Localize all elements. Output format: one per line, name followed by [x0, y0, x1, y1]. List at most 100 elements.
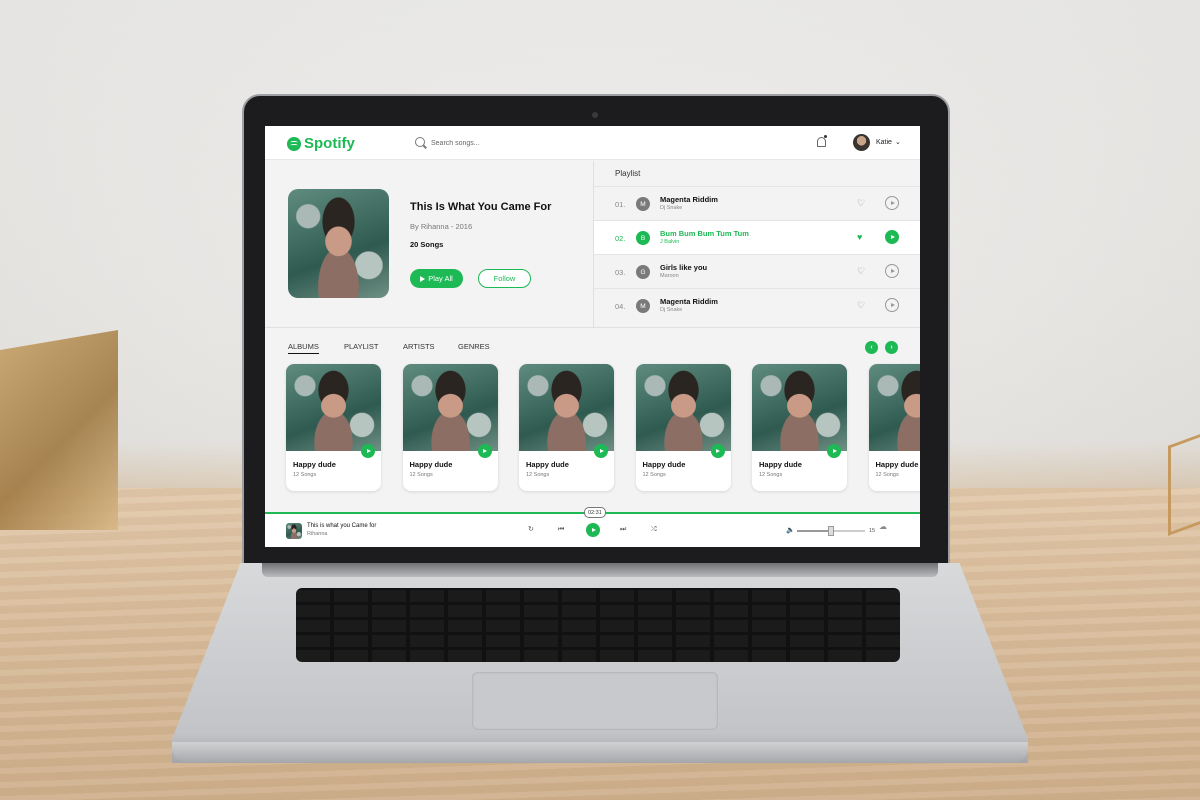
elapsed-time: 02:31	[584, 507, 606, 518]
tab-playlist[interactable]: PLAYLIST	[344, 342, 378, 351]
play-icon	[366, 449, 371, 453]
album-title: This Is What You Came For	[410, 201, 552, 213]
gold-decor-left	[0, 330, 118, 530]
now-playing-title: This is what you Came for	[307, 523, 377, 529]
tab-genres[interactable]: GENRES	[458, 342, 490, 351]
album-play-button[interactable]	[710, 444, 725, 458]
follow-button[interactable]: Follow	[478, 269, 531, 288]
repeat-icon[interactable]: ↻	[528, 526, 534, 533]
album-card[interactable]: Happy dude 12 Songs	[402, 364, 498, 491]
heart-icon[interactable]: ♡	[857, 267, 865, 276]
brand-name: Spotify	[304, 135, 355, 152]
tab-artists[interactable]: ARTISTS	[403, 342, 435, 351]
prev-button[interactable]: ‹	[865, 341, 878, 354]
chevron-down-icon[interactable]: ⌄	[895, 138, 901, 146]
gold-decor-right	[1168, 434, 1200, 536]
play-icon	[890, 201, 895, 205]
play-icon	[832, 449, 837, 453]
playlist-row[interactable]: 02. B Bum Bum Bum Tum Tum J Balvin ♥	[594, 220, 920, 254]
album-card-cover	[402, 364, 498, 451]
album-byline: By Rihanna - 2016	[410, 222, 473, 231]
album-play-button[interactable]	[827, 444, 841, 458]
spotify-logo[interactable]: Spotify	[287, 135, 355, 152]
tab-albums[interactable]: ALBUMS	[288, 342, 319, 354]
track-play-button[interactable]	[885, 298, 899, 312]
play-icon	[420, 275, 426, 282]
track-name[interactable]: Magenta Riddim	[660, 195, 718, 204]
album-song-count: 20 Songs	[410, 240, 444, 249]
user-name[interactable]: Katie	[876, 139, 892, 146]
album-play-button[interactable]	[361, 444, 375, 458]
player-bar: 02:31 This is what you Came for Rihanna …	[265, 507, 920, 547]
album-play-button[interactable]	[477, 444, 492, 458]
play-icon	[890, 269, 895, 273]
album-card[interactable]: Happy dude 12 Songs	[752, 364, 847, 491]
album-cover	[288, 189, 389, 298]
volume-slider[interactable]	[797, 526, 865, 536]
laptop-keyboard	[296, 588, 900, 662]
track-initial-badge: M	[636, 299, 650, 313]
track-artist[interactable]: J Balvin	[660, 239, 679, 245]
track-play-button[interactable]	[885, 196, 899, 210]
heart-icon[interactable]: ♡	[857, 199, 865, 208]
bell-icon[interactable]	[817, 137, 826, 147]
album-card-cover	[286, 364, 381, 451]
track-name[interactable]: Bum Bum Bum Tum Tum	[660, 229, 749, 238]
previous-track-icon[interactable]: ⏮	[558, 526, 564, 533]
track-number: 04.	[615, 302, 626, 311]
track-initial-badge: G	[636, 265, 650, 279]
heart-icon[interactable]: ♥	[857, 233, 862, 242]
cloud-icon[interactable]: ☁	[879, 522, 887, 531]
track-number: 03.	[615, 268, 626, 277]
top-bar: Spotify Katie ⌄	[265, 126, 920, 160]
heart-icon[interactable]: ♡	[857, 301, 865, 310]
album-card-cover	[519, 364, 614, 451]
next-button[interactable]: ›	[885, 341, 898, 354]
volume-thumb[interactable]	[828, 526, 834, 536]
now-playing-thumbnail	[286, 523, 302, 539]
track-play-button[interactable]	[885, 264, 899, 278]
shuffle-icon[interactable]: ⤮	[651, 526, 657, 533]
album-card-count: 12 Songs	[642, 472, 666, 478]
track-play-button[interactable]	[885, 230, 899, 244]
volume-icon[interactable]: 🔈	[786, 526, 795, 534]
album-card[interactable]: Happy dude 12 Songs	[519, 364, 614, 491]
play-icon	[890, 235, 895, 239]
laptop-front-edge	[172, 742, 1028, 762]
album-card-count: 12 Songs	[293, 472, 317, 478]
album-card-cover	[752, 364, 847, 451]
track-artist[interactable]: Dj Snake	[660, 205, 682, 211]
avatar[interactable]	[853, 134, 870, 151]
album-card-count: 12 Songs	[759, 472, 783, 478]
next-track-icon[interactable]: ⏭	[620, 526, 626, 533]
main-play-button[interactable]	[586, 523, 600, 537]
album-hero: This Is What You Came For By Rihanna - 2…	[265, 161, 593, 327]
track-name[interactable]: Magenta Riddim	[660, 297, 718, 306]
play-icon	[890, 303, 895, 307]
track-name[interactable]: Girls like you	[660, 263, 707, 272]
album-card-name: Happy dude	[759, 460, 802, 469]
section-divider	[265, 327, 920, 328]
album-card-count: 12 Songs	[875, 472, 899, 478]
play-icon	[599, 449, 604, 453]
album-card-cover	[868, 364, 920, 451]
play-icon	[716, 449, 720, 453]
album-card[interactable]: Happy dude 12 Songs	[635, 364, 731, 491]
playlist-row[interactable]: 03. G Girls like you Maroon ♡	[594, 254, 920, 288]
play-all-button[interactable]: Play All	[410, 269, 463, 288]
playlist-row[interactable]: 01. M Magenta Riddim Dj Snake ♡	[594, 186, 920, 220]
laptop-trackpad	[472, 672, 718, 730]
spotify-logo-icon	[287, 136, 301, 151]
album-card[interactable]: Happy dude 12 Songs	[868, 364, 920, 491]
playlist-row[interactable]: 04. M Magenta Riddim Dj Snake ♡	[594, 288, 920, 322]
track-artist[interactable]: Dj Snake	[660, 307, 682, 313]
notification-dot	[824, 135, 827, 138]
album-card[interactable]: Happy dude 12 Songs	[286, 364, 381, 491]
search-icon[interactable]	[415, 137, 425, 147]
track-number: 02.	[615, 234, 626, 243]
app-screen: Spotify Katie ⌄ This Is What You Came Fo…	[265, 126, 920, 547]
play-icon	[591, 528, 596, 532]
album-play-button[interactable]	[594, 444, 608, 458]
search-input[interactable]	[431, 136, 631, 150]
track-artist[interactable]: Maroon	[660, 273, 679, 279]
